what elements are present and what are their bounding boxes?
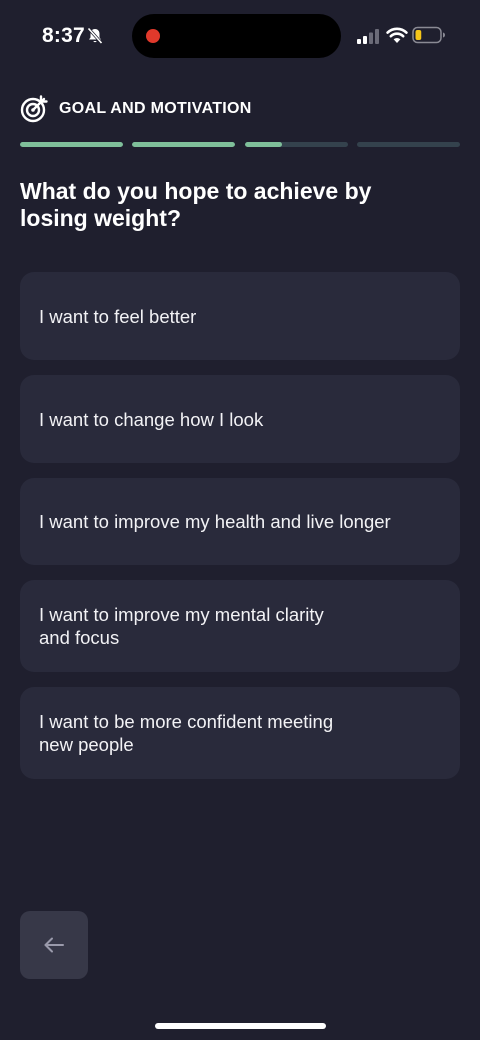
recording-indicator	[146, 29, 160, 43]
section-title: GOAL AND MOTIVATION	[59, 100, 252, 117]
screen: 8:37 GOAL AND MOTIVATION What do you hop…	[0, 0, 480, 1040]
option-label: I want to improve my health and live lon…	[39, 511, 391, 532]
battery-icon	[412, 26, 445, 44]
status-bar: 8:37	[0, 0, 480, 72]
target-icon	[20, 95, 48, 123]
status-time: 8:37	[42, 24, 85, 47]
home-indicator[interactable]	[155, 1023, 326, 1029]
option-label: I want to feel better	[39, 305, 197, 327]
option-label: I want to be more confident meeting new …	[39, 711, 334, 755]
option-mental-clarity[interactable]: I want to improve my mental clarity and …	[20, 580, 460, 672]
dynamic-island	[132, 14, 341, 58]
arrow-left-icon	[44, 937, 64, 953]
progress-segment	[357, 142, 460, 147]
option-label: I want to improve my mental clarity and …	[39, 604, 324, 648]
signal-icon	[357, 29, 379, 44]
option-change-look[interactable]: I want to change how I look	[20, 375, 460, 463]
option-improve-health[interactable]: I want to improve my health and live lon…	[20, 478, 460, 565]
progress-segment	[245, 142, 348, 147]
option-label: I want to change how I look	[39, 408, 264, 430]
question-title: What do you hope to achieve by losing we…	[20, 178, 372, 231]
bell-slash-icon	[87, 27, 103, 45]
option-confidence[interactable]: I want to be more confident meeting new …	[20, 687, 460, 779]
back-button[interactable]	[20, 911, 88, 979]
section-header: GOAL AND MOTIVATION	[20, 94, 460, 124]
wifi-icon	[386, 27, 408, 43]
progress-segment	[20, 142, 123, 147]
progress-segment	[132, 142, 235, 147]
option-feel-better[interactable]: I want to feel better	[20, 272, 460, 360]
progress-bar	[20, 142, 460, 148]
